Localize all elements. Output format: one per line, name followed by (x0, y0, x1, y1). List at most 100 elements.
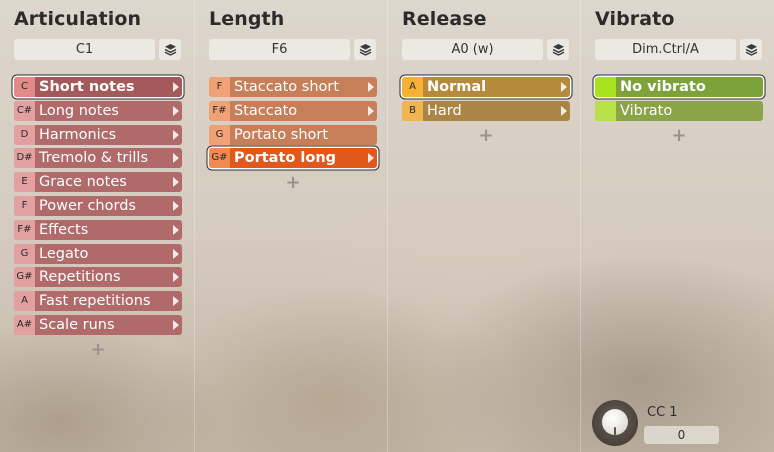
item-label: Harmonics (39, 126, 117, 143)
keyswitch-note: D (14, 124, 35, 145)
release-list: A Normal B Hard + (402, 77, 570, 147)
column-title: Length (209, 8, 285, 30)
length-list: F Staccato short F# Staccato G Portato s… (209, 77, 377, 194)
chevron-right-icon (173, 129, 179, 140)
keyswitch-field[interactable]: C1 (14, 39, 155, 60)
release-item-normal[interactable]: A Normal (402, 77, 570, 97)
item-label: Portato short (234, 126, 329, 143)
keyswitch-note (595, 77, 616, 97)
articulation-item-long-notes[interactable]: C# Long notes (14, 100, 182, 121)
articulation-item-short-notes[interactable]: C Short notes (14, 77, 182, 97)
cc-value-field[interactable]: 0 (644, 426, 719, 444)
layers-button[interactable] (547, 39, 569, 60)
release-item-hard[interactable]: B Hard (402, 100, 570, 121)
keyswitch-note: G (14, 243, 35, 264)
chevron-right-icon (173, 105, 179, 116)
articulation-item-legato[interactable]: G Legato (14, 243, 182, 264)
articulation-item-grace-notes[interactable]: E Grace notes (14, 172, 182, 193)
add-vibrato-button[interactable]: + (595, 125, 763, 147)
item-label: Effects (39, 221, 89, 238)
articulation-item-fast-repetitions[interactable]: A Fast repetitions (14, 291, 182, 312)
layers-icon (552, 44, 564, 56)
keyswitch-field[interactable]: Dim.Ctrl/A (595, 39, 736, 60)
length-column: Length F6 F Staccato short F# Staccato G… (194, 0, 388, 452)
item-label: Vibrato (620, 102, 673, 119)
articulation-column: Articulation C1 C Short notes C# Long no… (0, 0, 193, 452)
vibrato-column: Vibrato Dim.Ctrl/A No vibrato Vibrato + (580, 0, 774, 452)
length-item-staccato-short[interactable]: F Staccato short (209, 77, 377, 97)
articulation-item-repetitions[interactable]: G# Repetitions (14, 267, 182, 288)
layers-icon (359, 44, 371, 56)
item-label: Scale runs (39, 316, 115, 333)
keyswitch-field[interactable]: F6 (209, 39, 350, 60)
keyswitch-note: A (402, 77, 423, 97)
articulation-item-tremolo-trills[interactable]: D# Tremolo & trills (14, 148, 182, 169)
keyswitch-note: F (14, 195, 35, 216)
item-label: Staccato (234, 102, 298, 119)
keyswitch-note: C# (14, 100, 35, 121)
chevron-right-icon (173, 319, 179, 330)
item-label: Short notes (39, 79, 135, 95)
keyswitch-note: F# (14, 219, 35, 240)
chevron-right-icon (368, 105, 374, 116)
item-label: Hard (427, 102, 462, 119)
item-label: No vibrato (620, 79, 706, 95)
chevron-right-icon (173, 224, 179, 235)
length-item-portato-short[interactable]: G Portato short (209, 124, 377, 145)
chevron-right-icon (173, 248, 179, 259)
articulation-item-harmonics[interactable]: D Harmonics (14, 124, 182, 145)
keyswitch-field[interactable]: A0 (w) (402, 39, 543, 60)
keyswitch-note: F# (209, 100, 230, 121)
item-label: Repetitions (39, 269, 121, 286)
vibrato-item-vibrato[interactable]: Vibrato (595, 100, 763, 121)
item-label: Long notes (39, 102, 119, 119)
add-length-button[interactable]: + (209, 172, 377, 194)
cc-label: CC 1 (647, 405, 678, 420)
add-release-button[interactable]: + (402, 125, 570, 147)
length-item-portato-long[interactable]: G# Portato long (209, 148, 377, 169)
chevron-right-icon (368, 82, 374, 92)
item-label: Power chords (39, 197, 136, 214)
item-label: Portato long (234, 150, 337, 167)
chevron-right-icon (173, 177, 179, 188)
vibrato-item-no-vibrato[interactable]: No vibrato (595, 77, 763, 97)
articulation-item-effects[interactable]: F# Effects (14, 219, 182, 240)
item-label: Legato (39, 245, 89, 262)
knob-indicator (614, 427, 616, 435)
vibrato-list: No vibrato Vibrato + (595, 77, 763, 147)
keyswitch-note (595, 100, 616, 121)
keyswitch-note: B (402, 100, 423, 121)
item-label: Grace notes (39, 174, 127, 191)
chevron-right-icon (173, 200, 179, 211)
item-label: Normal (427, 79, 487, 95)
layers-button[interactable] (740, 39, 762, 60)
add-articulation-button[interactable]: + (14, 339, 182, 361)
keyswitch-note: C (14, 77, 35, 97)
cc-knob[interactable] (592, 400, 638, 446)
keyswitch-note: D# (14, 148, 35, 169)
release-column: Release A0 (w) A Normal B Hard + (387, 0, 581, 452)
chevron-right-icon (173, 296, 179, 307)
chevron-right-icon (173, 272, 179, 283)
item-label: Staccato short (234, 79, 340, 95)
keyswitch-note: G (209, 124, 230, 145)
keyswitch-note: G# (209, 148, 230, 169)
chevron-right-icon (561, 105, 567, 116)
column-title: Vibrato (595, 8, 675, 30)
chevron-right-icon (173, 153, 179, 164)
layers-icon (745, 44, 757, 56)
layers-icon (164, 44, 176, 56)
layers-button[interactable] (159, 39, 181, 60)
articulation-item-power-chords[interactable]: F Power chords (14, 195, 182, 216)
length-item-staccato[interactable]: F# Staccato (209, 100, 377, 121)
keyswitch-note: E (14, 172, 35, 193)
column-title: Articulation (14, 8, 142, 30)
chevron-right-icon (561, 82, 567, 92)
keyswitch-note: F (209, 77, 230, 97)
item-label: Fast repetitions (39, 293, 151, 310)
articulation-list: C Short notes C# Long notes D Harmonics … (14, 77, 182, 361)
keyswitch-note: A# (14, 314, 35, 335)
layers-button[interactable] (354, 39, 376, 60)
articulation-item-scale-runs[interactable]: A# Scale runs (14, 314, 182, 335)
item-label: Tremolo & trills (39, 150, 148, 167)
